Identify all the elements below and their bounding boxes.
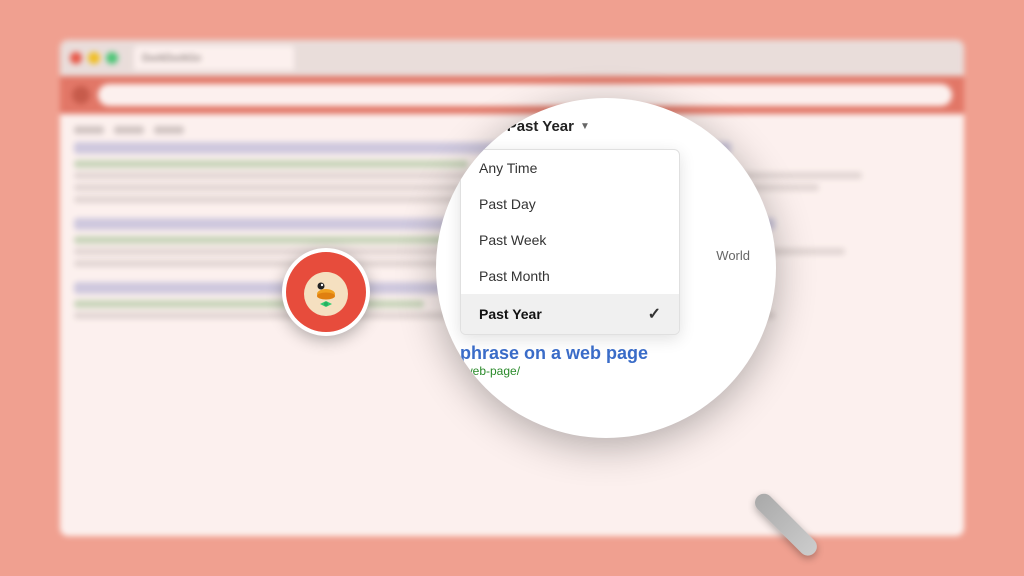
time-filter-dropdown: Any Time Past Day Past Week Past Month P… <box>460 149 680 335</box>
past-year-arrow: ▼ <box>580 121 590 132</box>
world-text: World <box>716 248 750 263</box>
magnifier-circle: ite ▼ Past Year ▼ Any Time Past Day Past… <box>436 98 776 438</box>
date-filter-button[interactable]: ite ▼ <box>460 119 491 135</box>
date-filter-label: ite <box>460 119 475 135</box>
dropdown-item-pastday[interactable]: Past Day <box>461 186 679 222</box>
dropdown-item-pastyear[interactable]: Past Year ✓ <box>461 294 679 334</box>
dropdown-item-anytime[interactable]: Any Time <box>461 150 679 186</box>
anytime-label: Any Time <box>479 160 537 176</box>
past-year-button[interactable]: Past Year ▼ <box>507 118 590 135</box>
pastweek-label: Past Week <box>479 232 546 248</box>
past-year-label: Past Year <box>507 118 574 135</box>
magnifier-container: ite ▼ Past Year ▼ Any Time Past Day Past… <box>436 98 816 478</box>
result-url-partial: -web-page/ <box>460 364 752 378</box>
dropdown-item-pastweek[interactable]: Past Week <box>461 222 679 258</box>
duck-svg <box>294 260 358 324</box>
pastday-label: Past Day <box>479 196 536 212</box>
result-title-partial: phrase on a web page <box>460 343 752 364</box>
pastmonth-label: Past Month <box>479 268 550 284</box>
duckduckgo-logo <box>282 248 370 336</box>
dropdown-item-pastmonth[interactable]: Past Month <box>461 258 679 294</box>
filter-toolbar: ite ▼ Past Year ▼ <box>460 118 752 135</box>
checkmark-icon: ✓ <box>648 304 661 324</box>
date-filter-arrow: ▼ <box>481 121 491 132</box>
pastyear-label: Past Year <box>479 306 542 322</box>
